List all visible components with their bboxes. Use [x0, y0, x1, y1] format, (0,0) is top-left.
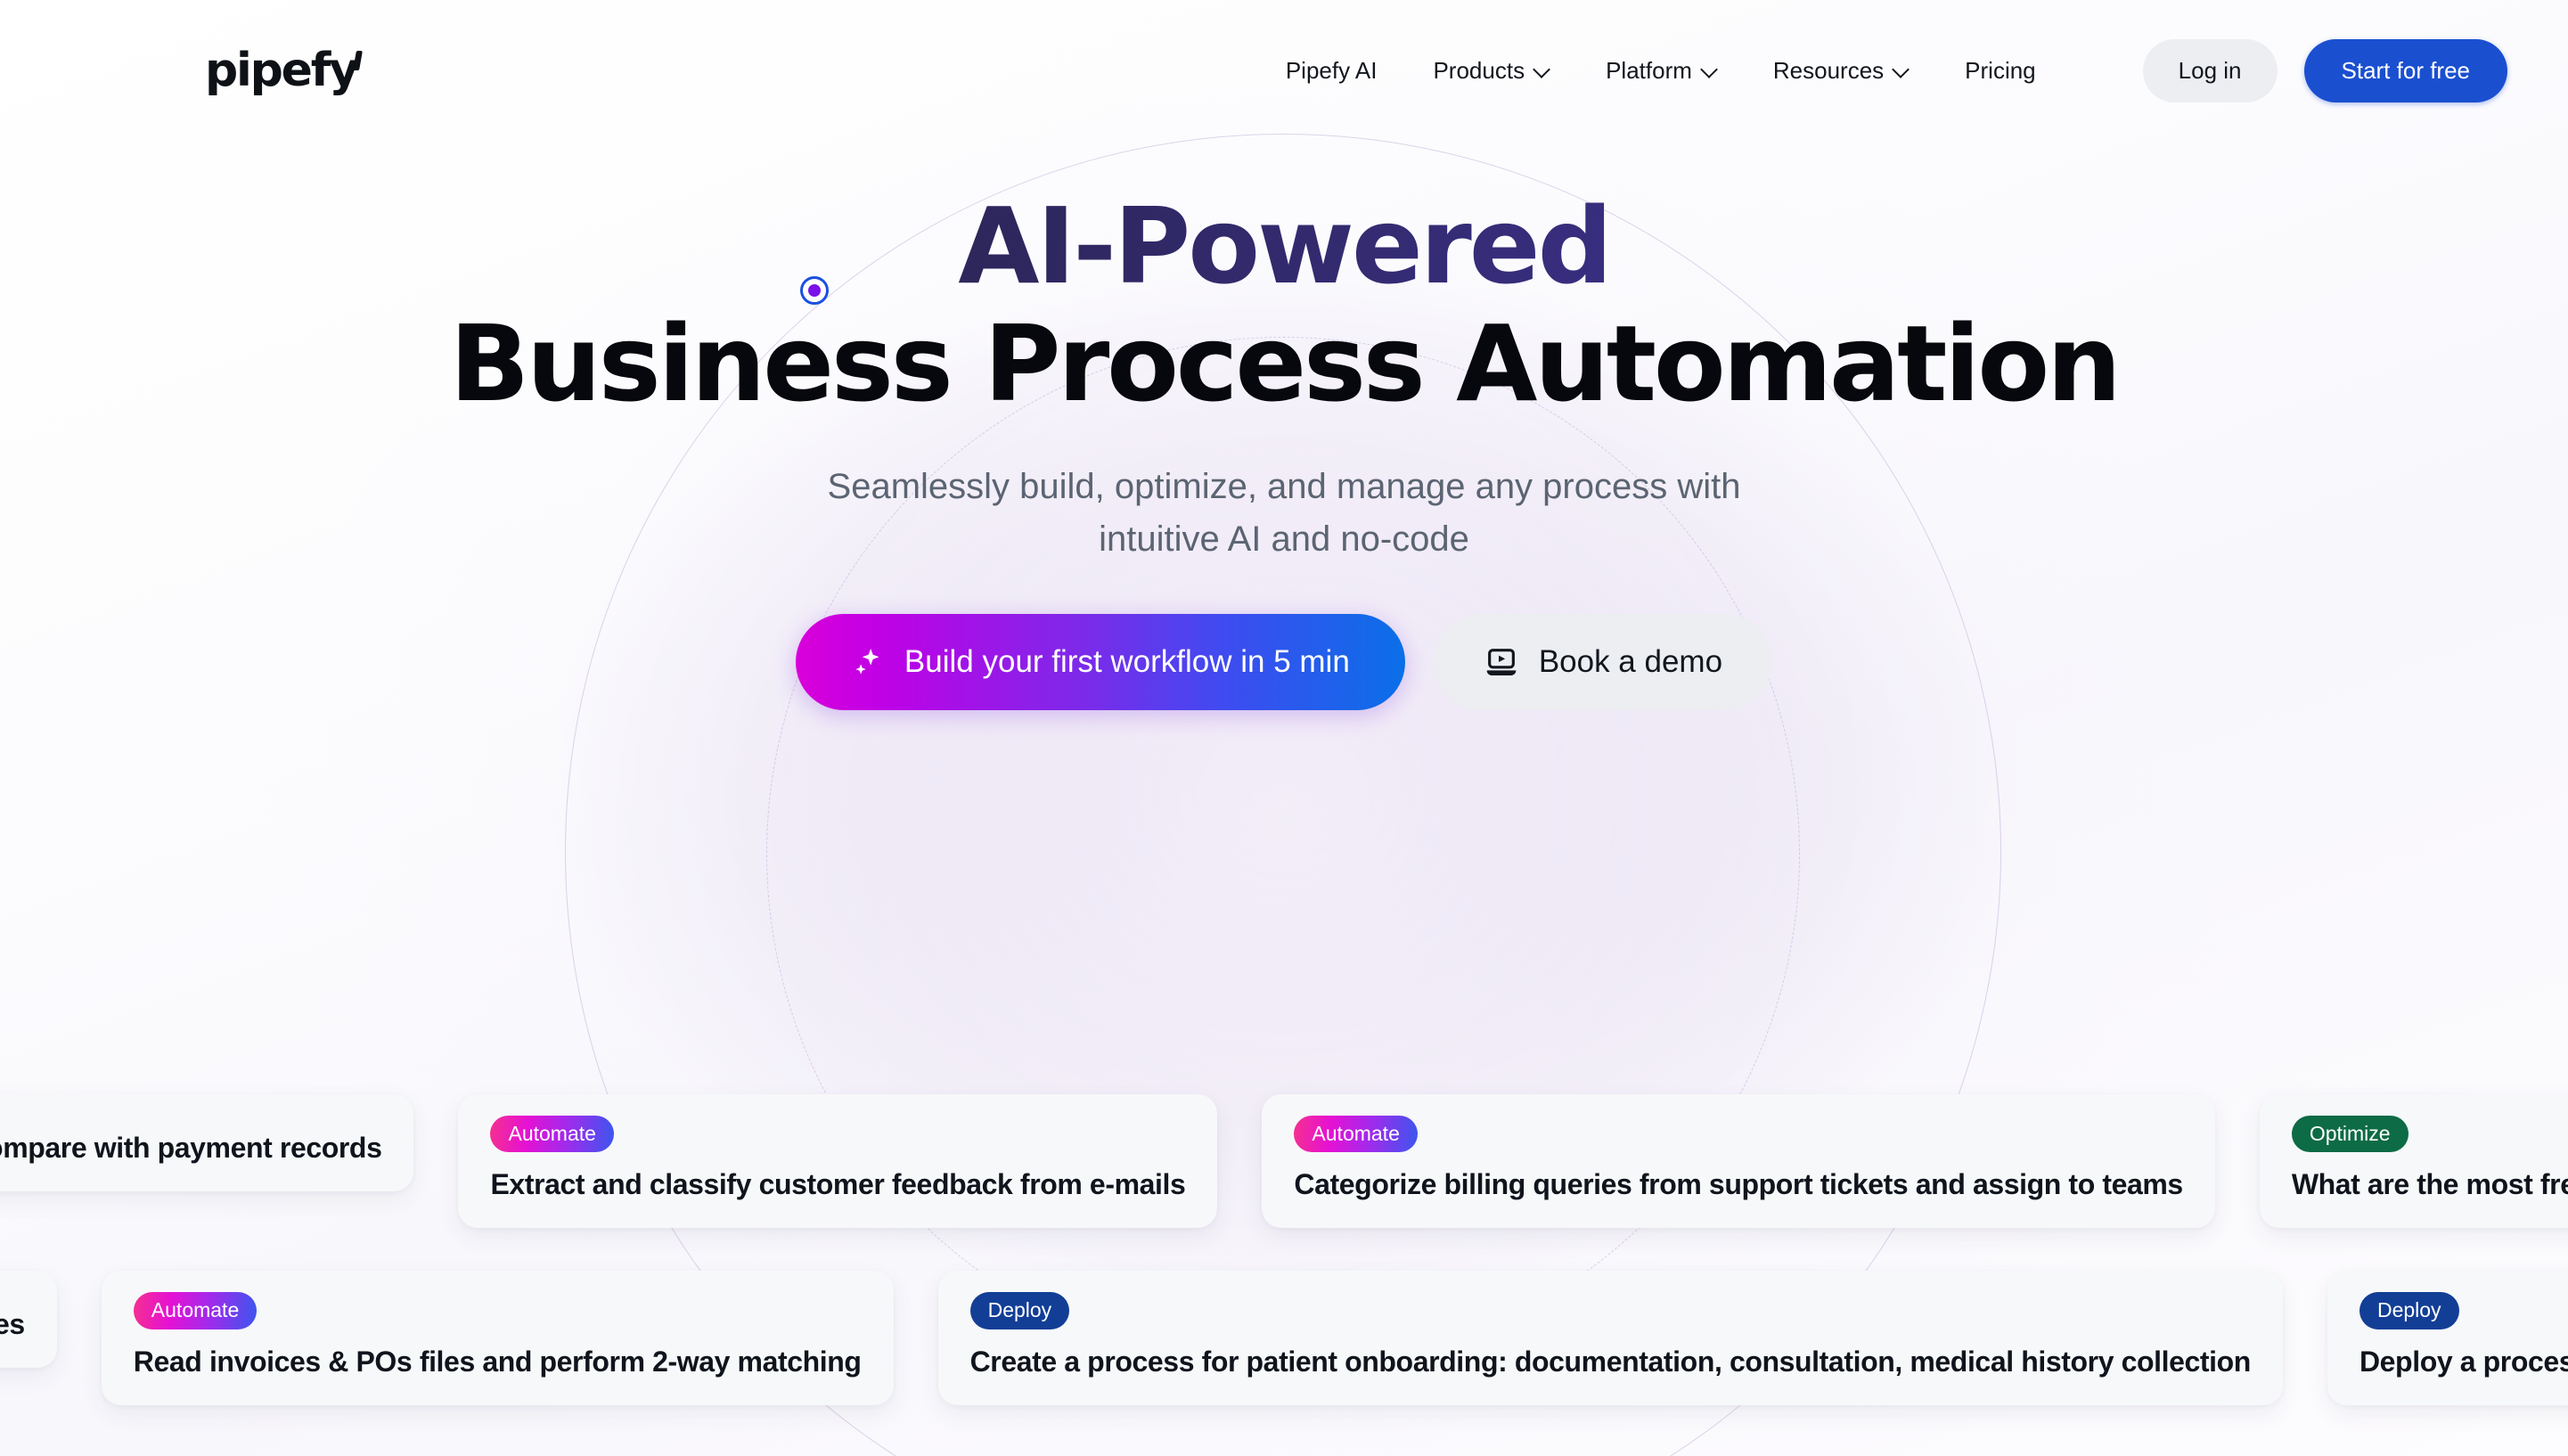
landing-page: pipefy Pipefy AI Products Platform Resou…	[0, 0, 2568, 1456]
prompt-cards-zone: ice data and compare with payment record…	[0, 1094, 2568, 1405]
status-badge: Deploy	[2359, 1292, 2459, 1329]
prompt-card[interactable]: Deploy Deploy a process for handlin	[2327, 1271, 2568, 1405]
nav-label: Products	[1433, 56, 1525, 84]
nav-label: Resources	[1772, 56, 1885, 84]
prompt-card-row-2: ortunities Automate Read invoices & POs …	[0, 1271, 2568, 1405]
prompt-card-text: Create a process for patient onboarding:…	[969, 1345, 2252, 1378]
prompt-card[interactable]: Automate Read invoices & POs files and p…	[101, 1271, 894, 1405]
sparkle-icon	[855, 649, 879, 675]
nav-item-pricing[interactable]: Pricing	[1965, 57, 2035, 85]
status-badge: Deploy	[969, 1292, 1070, 1329]
book-demo-button[interactable]: Book a demo	[1433, 614, 1773, 711]
status-badge: Automate	[490, 1116, 614, 1153]
book-demo-label: Book a demo	[1538, 644, 1723, 680]
chevron-down-icon	[1534, 61, 1550, 77]
nav-item-resources[interactable]: Resources	[1773, 57, 1909, 85]
prompt-card-text: What are the most freque	[2291, 1168, 2568, 1201]
site-header: pipefy Pipefy AI Products Platform Resou…	[0, 0, 2568, 141]
login-button[interactable]: Log in	[2142, 38, 2278, 102]
status-badge: Automate	[133, 1292, 258, 1329]
build-workflow-button[interactable]: Build your first workflow in 5 min	[795, 614, 1405, 711]
hero-subtitle: Seamlessly build, optimize, and manage a…	[0, 461, 2568, 566]
prompt-card[interactable]: ice data and compare with payment record…	[0, 1094, 414, 1191]
hero-cta-row: Build your first workflow in 5 min Book …	[0, 614, 2568, 711]
status-badge: Automate	[1294, 1116, 1418, 1153]
prompt-card[interactable]: Automate Categorize billing queries from…	[1262, 1094, 2215, 1229]
nav-item-products[interactable]: Products	[1433, 57, 1550, 85]
headline-line-2: Business Process Automation	[449, 302, 2121, 426]
prompt-card-text: Read invoices & POs files and perform 2-…	[133, 1345, 862, 1378]
nav-label: Pipefy AI	[1285, 56, 1378, 84]
prompt-card[interactable]: ortunities	[0, 1271, 57, 1369]
subtitle-line-1: Seamlessly build, optimize, and manage a…	[827, 466, 1741, 506]
subtitle-line-2: intuitive AI and no-code	[1099, 519, 1469, 559]
nav-item-pipefy-ai[interactable]: Pipefy AI	[1286, 57, 1378, 85]
nav-label: Platform	[1606, 56, 1692, 84]
prompt-card-text: ortunities	[0, 1308, 25, 1341]
prompt-card[interactable]: Optimize What are the most freque	[2259, 1094, 2568, 1229]
headline-line-1: AI-Powered	[0, 192, 2568, 300]
prompt-card[interactable]: Automate Extract and classify customer f…	[458, 1094, 1218, 1229]
prompt-card-row-1: ice data and compare with payment record…	[0, 1094, 2568, 1229]
build-workflow-label: Build your first workflow in 5 min	[904, 644, 1350, 680]
prompt-card-text: Extract and classify customer feedback f…	[490, 1168, 1186, 1201]
nav-item-platform[interactable]: Platform	[1606, 57, 1717, 85]
start-for-free-button[interactable]: Start for free	[2303, 38, 2507, 102]
prompt-card[interactable]: Deploy Create a process for patient onbo…	[937, 1271, 2283, 1405]
prompt-card-text: Categorize billing queries from support …	[1294, 1168, 2183, 1201]
prompt-card-text: ice data and compare with payment record…	[0, 1132, 382, 1164]
prompt-card-text: Deploy a process for handlin	[2359, 1345, 2568, 1378]
chevron-down-icon	[1702, 61, 1717, 77]
status-badge: Optimize	[2291, 1116, 2409, 1153]
main-navigation: Pipefy AI Products Platform Resources Pr…	[1286, 57, 2036, 85]
page-title: AI-Powered Business Process Automation	[0, 192, 2568, 418]
laptop-play-icon	[1486, 649, 1517, 676]
hero-section: AI-Powered Business Process Automation S…	[0, 141, 2568, 711]
header-actions: Log in Start for free	[2142, 38, 2507, 102]
pipefy-logo[interactable]: pipefy	[205, 47, 359, 94]
nav-label: Pricing	[1965, 56, 2036, 84]
chevron-down-icon	[1893, 61, 1909, 77]
